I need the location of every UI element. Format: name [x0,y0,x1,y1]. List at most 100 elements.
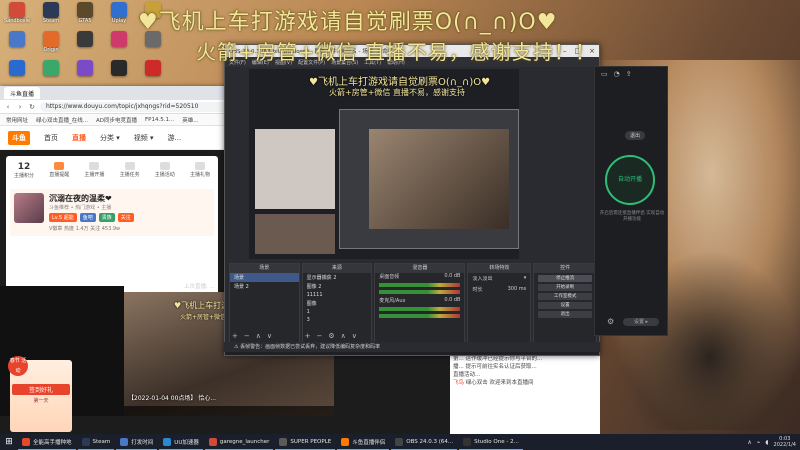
bookmark-item[interactable]: 常用网址 [6,116,28,124]
control-button[interactable]: 开始录制 [538,284,592,291]
bookmark-item[interactable]: 英雄... [182,116,198,124]
clock[interactable]: 0:03 2022/1/4 [774,436,796,448]
chat-user[interactable]: 飞鸟 [453,380,464,386]
transitions-dock: 转场特效 淡入淡出 ▾ 时长 300 ms [467,263,532,343]
douyu-logo[interactable]: 斗鱼 [8,130,30,145]
anchor-name[interactable]: 沉溺在夜的温柔❤ [49,193,134,204]
taskbar-app[interactable]: Studio One - 2... [459,434,523,450]
taskbar-app[interactable]: 全能高手播种地 [18,434,76,450]
desktop-icon[interactable] [104,31,134,58]
control-button[interactable]: 退出 [538,311,592,318]
stat-label: 主播任务 [119,172,140,178]
transition-select[interactable]: 淡入淡出 ▾ [468,273,530,284]
anchor-badge[interactable]: Lv.5 超能 [49,213,77,222]
up-icon[interactable]: ∧ [341,332,346,340]
network-icon[interactable]: ⌁ [757,439,761,446]
add-icon[interactable]: + [232,332,238,340]
start-button[interactable]: ⊞ [0,434,18,450]
desktop-icon[interactable]: Uplay [104,2,134,29]
bookmark-item[interactable]: FP14.5.1... [145,117,174,123]
up-icon[interactable]: ∧ [256,332,261,340]
anchor-badge[interactable]: 关注 [117,213,134,222]
avatar[interactable] [14,193,44,223]
taskbar-app[interactable]: garegne_launcher [204,434,274,450]
control-button[interactable]: 设置 [538,302,592,309]
duration-input[interactable]: 300 ms [508,286,527,293]
source-item[interactable]: 图像 [303,299,372,308]
auto-start-description: 开启后需连接直播伴侣 实现自动开播功能 [599,211,665,222]
taskbar-app[interactable]: UU加速器 [159,434,203,450]
player-controls[interactable] [124,406,334,416]
stat-item[interactable]: 主播开播 [84,162,104,179]
bookmark-item[interactable]: AD同步电竞直播 [96,116,137,124]
auto-start-button[interactable]: 自动开播 [605,155,655,205]
source-item[interactable]: 图像 2 [303,282,372,291]
stat-item[interactable]: 主播礼物 [190,162,210,179]
reload-icon[interactable]: ↻ [28,103,36,111]
desktop-icon[interactable] [104,60,134,87]
share-icon[interactable]: ⇪ [626,70,632,78]
source-item[interactable]: 1 [303,308,372,316]
taskbar-app[interactable]: 打发时间 [116,434,158,450]
control-button[interactable]: 停止推流 [538,275,592,282]
nav-item[interactable]: 分类 ▾ [100,133,120,143]
scene-item[interactable]: 场景 [230,273,299,282]
down-icon[interactable]: ∨ [267,332,272,340]
taskbar-app[interactable]: SUPER PEOPLE [275,434,336,450]
desktop-icon[interactable] [36,60,66,87]
stat-item[interactable]: 直播提醒 [49,162,69,179]
desktop-icon[interactable] [70,60,100,87]
taskbar-app[interactable]: 斗鱼直播伴侣 [337,434,390,450]
desktop-icon[interactable]: Origin [36,31,66,58]
volume-meter[interactable] [379,307,461,311]
down-icon[interactable]: ∨ [352,332,357,340]
settings-pill[interactable]: 设置 ▸ [623,318,659,326]
volume-meter[interactable] [379,314,461,318]
promo-badge[interactable]: 春节 活动 [8,356,28,376]
add-icon[interactable]: + [305,332,311,340]
desktop-icon[interactable]: Steam [36,2,66,29]
stat-item[interactable]: 主播活动 [155,162,175,179]
anchor-badge[interactable]: 鱼吧 [79,213,96,222]
bookmark-item[interactable]: 绿心双击直播_在线... [36,116,88,124]
desktop-icon[interactable] [2,31,32,58]
remove-icon[interactable]: − [244,332,250,340]
app-icon [111,60,127,76]
nav-item[interactable]: 游... [168,133,182,143]
obs-preview[interactable]: ♥飞机上车打游戏请自觉刷票O(∩_∩)O♥ 火箭+房管+微信 直播不易，感谢支持 [249,69,519,259]
app-icon [77,31,93,47]
control-button[interactable]: 工作室模式 [538,293,592,300]
overlay-text-line-2: 火箭+房管+微信 直播不易，感谢支持！！ [196,40,596,64]
back-icon[interactable]: ‹ [4,103,12,111]
desktop-icon[interactable] [138,60,168,87]
desktop-icon[interactable] [70,31,100,58]
desktop-icon[interactable]: GTA5 [70,2,100,29]
taskbar-app[interactable]: Steam [77,434,115,450]
volume-icon[interactable]: ◖ [765,439,768,446]
browser-tab[interactable]: 斗鱼直播 [4,87,41,99]
stat-item[interactable]: 主播任务 [120,162,140,179]
scene-item[interactable]: 场景 2 [230,282,299,291]
source-item[interactable]: 3 [303,316,372,324]
volume-meter[interactable] [379,283,461,287]
nav-item[interactable]: 首页 [44,133,58,143]
desktop-icon[interactable]: Sandboxie [2,2,32,29]
volume-meter[interactable] [379,290,461,294]
quit-button[interactable]: 退出 [625,131,646,140]
remove-icon[interactable]: − [317,332,323,340]
bell-icon[interactable]: ◔ [614,70,620,78]
forward-icon[interactable]: › [16,103,24,111]
chat-icon[interactable]: ▭ [601,70,608,78]
gear-icon[interactable]: ⚙ [607,317,614,326]
taskbar-app[interactable]: OBS 24.0.3 (64... [391,434,458,450]
desktop-icon[interactable] [2,60,32,87]
source-item[interactable]: 11111 [303,291,372,299]
chevron-up-icon[interactable]: ∧ [747,439,751,446]
stat-item[interactable]: 12 主播积分 [14,162,34,179]
gear-icon[interactable]: ⚙ [328,332,334,340]
taskbar-apps: 全能高手播种地 Steam 打发时间 UU加速器 garegne_launcher SUP… [18,434,525,450]
source-item[interactable]: 显示器捕获 2 [303,273,372,282]
nav-item[interactable]: 直播 [72,133,86,143]
anchor-badge[interactable]: 贵族 [98,213,115,222]
nav-item[interactable]: 视频 ▾ [134,133,154,143]
